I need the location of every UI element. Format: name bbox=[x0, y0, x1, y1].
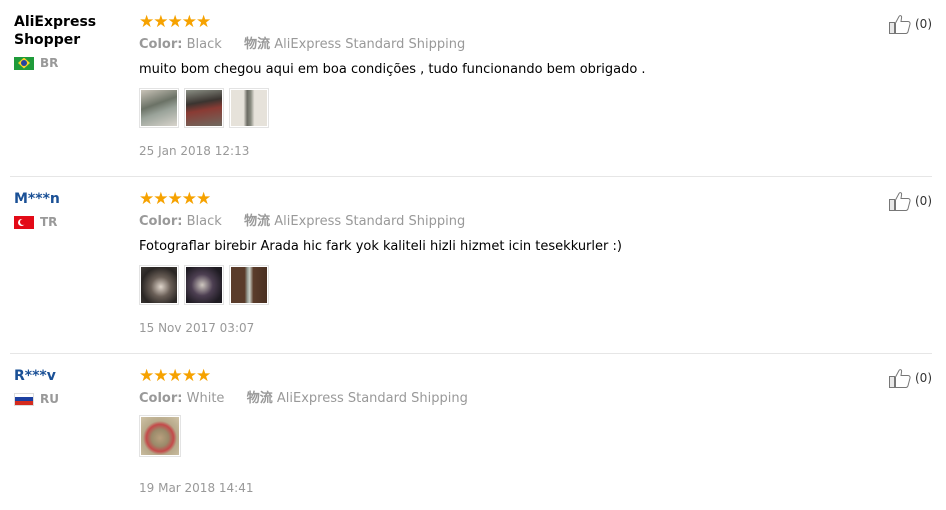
review-item: AliExpress Shopper BR ★★★★★ Color: Black… bbox=[0, 0, 932, 176]
review-photo-thumbnail[interactable] bbox=[139, 415, 181, 457]
review-photo-thumbnail[interactable] bbox=[229, 265, 269, 305]
shipping-value: AliExpress Standard Shipping bbox=[274, 214, 466, 229]
review-body: ★★★★★ Color: White 物流 AliExpress Standar… bbox=[139, 367, 932, 496]
reviewer-name[interactable]: R***v bbox=[14, 367, 124, 385]
review-date: 19 Mar 2018 14:41 bbox=[139, 481, 254, 495]
thumbs-up-icon[interactable] bbox=[889, 14, 911, 34]
order-info: Color: White 物流 AliExpress Standard Ship… bbox=[139, 390, 932, 408]
order-info: Color: Black 物流 AliExpress Standard Ship… bbox=[139, 213, 932, 231]
color-value: White bbox=[186, 391, 225, 406]
shipping-label: 物流 bbox=[244, 37, 271, 52]
color-value: Black bbox=[186, 214, 222, 229]
review-text: muito bom chegou aqui em boa condições ,… bbox=[139, 62, 646, 77]
shipping-label: 物流 bbox=[246, 391, 273, 406]
review-date: 25 Jan 2018 12:13 bbox=[139, 144, 250, 158]
shipping-label: 物流 bbox=[244, 214, 271, 229]
color-label: Color: bbox=[139, 214, 183, 229]
review-item: R***v RU ★★★★★ Color: White 物流 AliExpres… bbox=[0, 354, 932, 510]
color-label: Color: bbox=[139, 391, 183, 406]
star-rating: ★★★★★ bbox=[139, 12, 211, 32]
reviewer-info: R***v RU bbox=[14, 367, 124, 406]
reviewer-country: BR bbox=[14, 56, 124, 70]
review-photo-thumbnail[interactable] bbox=[139, 88, 179, 128]
helpful-count: (0) bbox=[915, 371, 932, 385]
helpful-vote[interactable]: (0) bbox=[889, 14, 932, 34]
star-rating: ★★★★★ bbox=[139, 366, 211, 386]
review-photos bbox=[139, 265, 932, 305]
shipping-value: AliExpress Standard Shipping bbox=[276, 391, 468, 406]
star-rating: ★★★★★ bbox=[139, 189, 211, 209]
review-photos bbox=[139, 415, 932, 457]
shipping-value: AliExpress Standard Shipping bbox=[274, 37, 466, 52]
country-code: BR bbox=[40, 56, 59, 70]
review-photo-thumbnail[interactable] bbox=[139, 265, 179, 305]
review-photos bbox=[139, 88, 932, 128]
helpful-vote[interactable]: (0) bbox=[889, 368, 932, 388]
thumbs-up-icon[interactable] bbox=[889, 191, 911, 211]
review-body: ★★★★★ Color: Black 物流 AliExpress Standar… bbox=[139, 13, 932, 159]
color-label: Color: bbox=[139, 37, 183, 52]
review-photo-thumbnail[interactable] bbox=[184, 265, 224, 305]
country-code: RU bbox=[40, 392, 59, 406]
review-body: ★★★★★ Color: Black 物流 AliExpress Standar… bbox=[139, 190, 932, 336]
reviewer-info: M***n TR bbox=[14, 190, 124, 229]
color-value: Black bbox=[186, 37, 222, 52]
review-photo-thumbnail[interactable] bbox=[184, 88, 224, 128]
helpful-count: (0) bbox=[915, 17, 932, 31]
review-date: 15 Nov 2017 03:07 bbox=[139, 321, 255, 335]
helpful-count: (0) bbox=[915, 194, 932, 208]
review-text: Fotograflar birebir Arada hic fark yok k… bbox=[139, 239, 622, 254]
order-info: Color: Black 物流 AliExpress Standard Ship… bbox=[139, 36, 932, 54]
thumbs-up-icon[interactable] bbox=[889, 368, 911, 388]
reviewer-country: RU bbox=[14, 392, 124, 406]
reviewer-country: TR bbox=[14, 215, 124, 229]
reviewer-name[interactable]: M***n bbox=[14, 190, 124, 208]
country-code: TR bbox=[40, 215, 58, 229]
reviewer-name: AliExpress Shopper bbox=[14, 14, 97, 48]
reviewer-info: AliExpress Shopper BR bbox=[14, 13, 124, 70]
helpful-vote[interactable]: (0) bbox=[889, 191, 932, 211]
review-photo-thumbnail[interactable] bbox=[229, 88, 269, 128]
russia-flag-icon bbox=[14, 392, 34, 406]
turkey-flag-icon bbox=[14, 215, 34, 229]
brazil-flag-icon bbox=[14, 56, 34, 70]
review-item: M***n TR ★★★★★ Color: Black 物流 AliExpres… bbox=[0, 177, 932, 353]
